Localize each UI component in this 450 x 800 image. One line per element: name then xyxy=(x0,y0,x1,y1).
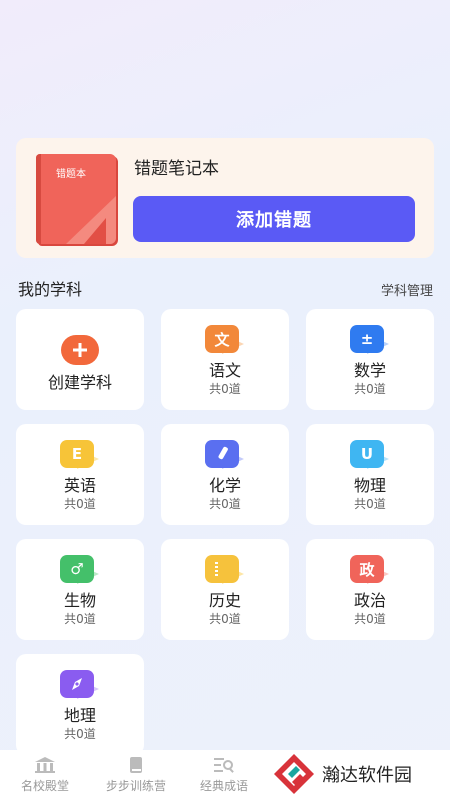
subject-card-math[interactable]: ± 数学 共0道 xyxy=(306,309,434,410)
subject-manage-link[interactable]: 学科管理 xyxy=(381,280,433,299)
subject-card-politics[interactable]: 政 政治 共0道 xyxy=(306,539,434,640)
subject-count: 共0道 xyxy=(354,497,386,511)
history-icon xyxy=(205,555,239,583)
subject-name: 历史 xyxy=(208,591,241,610)
notebook-card[interactable]: 错题本 错题笔记本 添加错题 xyxy=(16,138,434,258)
subject-card-biology[interactable]: ♂ 生物 共0道 xyxy=(16,539,144,640)
subject-count: 共0道 xyxy=(209,382,241,396)
search-list-icon xyxy=(213,756,235,774)
add-mistake-button[interactable]: 添加错题 xyxy=(133,196,415,242)
subject-card-geography[interactable]: 地理 共0道 xyxy=(16,654,144,755)
politics-icon: 政 xyxy=(350,555,384,583)
subject-card-chemistry[interactable]: 化学 共0道 xyxy=(161,424,289,525)
subject-card-physics[interactable]: U 物理 共0道 xyxy=(306,424,434,525)
school-icon xyxy=(34,756,56,774)
plus-icon xyxy=(61,335,99,365)
my-subjects-title: 我的学科 xyxy=(18,280,83,299)
tab-label: 步步训练营 xyxy=(105,779,166,793)
notebook-art-icon xyxy=(66,196,116,244)
subject-count: 共0道 xyxy=(354,612,386,626)
subject-name: 生物 xyxy=(63,591,96,610)
watermark: 瀚达软件园 xyxy=(272,752,444,796)
tab-classic-idioms[interactable]: 经典成语 xyxy=(191,750,257,800)
subject-name: 地理 xyxy=(63,706,96,725)
subject-card-english[interactable]: E 英语 共0道 xyxy=(16,424,144,525)
tab-famous-schools[interactable]: 名校殿堂 xyxy=(12,750,78,800)
english-icon: E xyxy=(60,440,94,468)
watermark-logo-icon xyxy=(274,754,314,794)
notebook-cover: 错题本 xyxy=(36,154,116,244)
book-icon xyxy=(125,756,147,774)
notebook-title: 错题笔记本 xyxy=(134,159,219,179)
geography-icon xyxy=(60,670,94,698)
subject-name: 英语 xyxy=(63,476,96,495)
tab-label: 经典成语 xyxy=(199,779,248,793)
notebook-cover-title: 错题本 xyxy=(56,169,86,180)
subject-name: 物理 xyxy=(353,476,386,495)
subject-card-chinese[interactable]: 文 语文 共0道 xyxy=(161,309,289,410)
subject-count: 共0道 xyxy=(64,612,96,626)
chinese-icon: 文 xyxy=(205,325,239,353)
create-subject-label: 创建学科 xyxy=(47,373,112,392)
subject-count: 共0道 xyxy=(64,727,96,741)
subject-name: 政治 xyxy=(353,591,386,610)
subject-name: 语文 xyxy=(208,361,241,380)
subject-count: 共0道 xyxy=(209,497,241,511)
subject-name: 数学 xyxy=(353,361,386,380)
subject-count: 共0道 xyxy=(354,382,386,396)
tab-training-camp[interactable]: 步步训练营 xyxy=(96,750,176,800)
subject-grid: 创建学科 文 语文 共0道 ± 数学 共0道 E 英语 共0道 化学 共0道 U… xyxy=(16,309,434,755)
create-subject-card[interactable]: 创建学科 xyxy=(16,309,144,410)
subject-name: 化学 xyxy=(208,476,241,495)
subject-count: 共0道 xyxy=(64,497,96,511)
subject-card-history[interactable]: 历史 共0道 xyxy=(161,539,289,640)
physics-icon: U xyxy=(350,440,384,468)
tab-label: 名校殿堂 xyxy=(20,779,69,793)
chemistry-icon xyxy=(205,440,239,468)
subject-count: 共0道 xyxy=(209,612,241,626)
watermark-text: 瀚达软件园 xyxy=(322,765,412,786)
biology-icon: ♂ xyxy=(60,555,94,583)
math-icon: ± xyxy=(350,325,384,353)
